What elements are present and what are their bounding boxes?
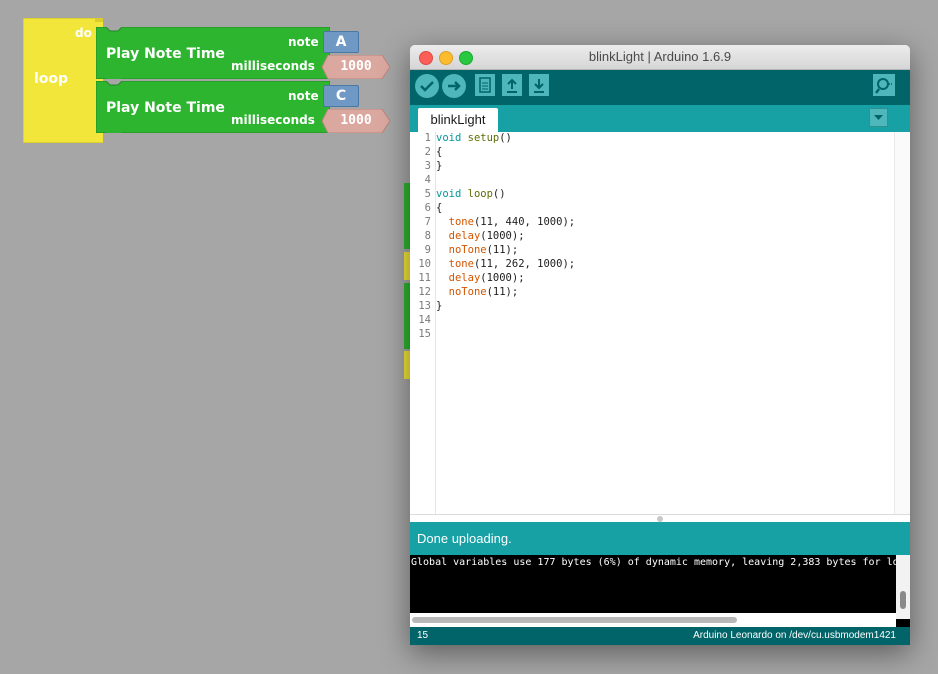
code-token: (11, 262, 1000); xyxy=(473,258,576,270)
arduino-ide-window: blinkLight | Arduino 1.6.9 blinkLight 1 … xyxy=(410,45,910,645)
line-number: 6 xyxy=(424,202,431,214)
console-text: Global variables use 177 bytes (6%) of d… xyxy=(411,557,899,568)
code-token: (11, 440, 1000); xyxy=(473,216,576,228)
upload-button[interactable] xyxy=(442,74,466,98)
verify-button[interactable] xyxy=(415,74,439,98)
editor-vertical-scrollbar[interactable] xyxy=(894,132,910,514)
code-token: (11); xyxy=(486,286,519,298)
console-vertical-scroll-thumb[interactable] xyxy=(900,591,906,609)
verify-icon xyxy=(420,81,434,92)
function-token: noTone xyxy=(448,244,487,256)
function-token: tone xyxy=(448,258,474,270)
line-number: 7 xyxy=(424,216,431,228)
tab-menu-button[interactable] xyxy=(869,108,888,127)
open-button[interactable] xyxy=(502,74,522,96)
console-horizontal-scrollbar[interactable] xyxy=(410,613,896,627)
do-label: do xyxy=(75,26,92,40)
code-line: tone(11, 262, 1000); xyxy=(436,258,575,270)
upload-arrow-icon xyxy=(448,81,461,91)
status-message: Done uploading. xyxy=(417,531,512,546)
line-number: 12 xyxy=(418,286,431,298)
code-token: () xyxy=(492,188,506,200)
milliseconds-value[interactable]: 1000 xyxy=(327,56,385,78)
note-value-chip[interactable]: C xyxy=(323,85,359,107)
block-title: Play Note Time xyxy=(106,46,225,62)
function-token: setup xyxy=(467,132,500,144)
code-line: void loop() xyxy=(436,188,506,200)
line-number: 14 xyxy=(418,314,431,326)
line-number: 10 xyxy=(418,258,431,270)
note-label: note xyxy=(288,35,319,49)
function-token: delay xyxy=(448,230,481,242)
block-title: Play Note Time xyxy=(106,100,225,116)
line-number: 4 xyxy=(424,174,431,186)
code-line: tone(11, 440, 1000); xyxy=(436,216,575,228)
code-line: { xyxy=(436,146,443,158)
line-number: 1 xyxy=(424,132,431,144)
loop-label: loop xyxy=(34,71,69,87)
line-number: 11 xyxy=(418,272,431,284)
code-line: } xyxy=(436,160,443,172)
line-number: 9 xyxy=(424,244,431,256)
function-token: noTone xyxy=(448,286,487,298)
status-bar: Done uploading. xyxy=(410,522,910,555)
toolbar xyxy=(410,70,910,105)
function-token: delay xyxy=(448,272,481,284)
serial-monitor-button[interactable] xyxy=(873,74,895,96)
line-number: 3 xyxy=(424,160,431,172)
tab-dropdown-icon xyxy=(874,115,883,120)
serial-monitor-icon xyxy=(875,78,892,94)
code-line: noTone(11); xyxy=(436,286,519,298)
window-title: blinkLight | Arduino 1.6.9 xyxy=(588,49,732,64)
new-button[interactable] xyxy=(475,74,495,96)
console-horizontal-scroll-thumb[interactable] xyxy=(412,617,737,623)
function-token: tone xyxy=(448,216,474,228)
code-token: () xyxy=(499,132,512,144)
line-number: 15 xyxy=(418,328,431,340)
tab-bar: blinkLight xyxy=(410,105,910,132)
code-line: void setup() xyxy=(436,132,512,144)
code-line: noTone(11); xyxy=(436,244,519,256)
line-number: 2 xyxy=(424,146,431,158)
milliseconds-value[interactable]: 1000 xyxy=(327,110,385,132)
milliseconds-label: milliseconds xyxy=(231,113,315,127)
save-button[interactable] xyxy=(529,74,549,96)
code-editor[interactable]: 1 2 3 4 5 6 7 8 9 10 11 12 13 14 15 void… xyxy=(410,132,910,514)
console-vertical-scrollbar[interactable] xyxy=(896,555,910,619)
tab-blinklight[interactable]: blinkLight xyxy=(418,108,498,132)
milliseconds-label: milliseconds xyxy=(231,59,315,73)
function-token: loop xyxy=(467,188,493,200)
code-line: delay(1000); xyxy=(436,272,525,284)
code-line: { xyxy=(436,202,443,214)
save-arrow-down-icon xyxy=(534,79,544,93)
code-token: (11); xyxy=(486,244,519,256)
console-output[interactable]: Global variables use 177 bytes (6%) of d… xyxy=(410,555,910,627)
board-port-info: Arduino Leonardo on /dev/cu.usbmodem1421 xyxy=(693,630,896,641)
keyword-token: void xyxy=(436,132,462,144)
code-line: delay(1000); xyxy=(436,230,525,242)
note-value-chip[interactable]: A xyxy=(323,31,359,53)
current-line-number: 15 xyxy=(417,630,429,641)
line-number-gutter: 1 2 3 4 5 6 7 8 9 10 11 12 13 14 15 xyxy=(410,132,436,514)
code-token: (1000); xyxy=(480,272,525,284)
line-number: 8 xyxy=(424,230,431,242)
line-number: 5 xyxy=(424,188,431,200)
keyword-token: void xyxy=(436,188,462,200)
open-arrow-up-icon xyxy=(507,78,517,93)
footer-bar: 15 Arduino Leonardo on /dev/cu.usbmodem1… xyxy=(410,627,910,645)
line-number: 13 xyxy=(418,300,431,312)
note-label: note xyxy=(288,89,319,103)
title-bar[interactable]: blinkLight | Arduino 1.6.9 xyxy=(410,45,910,70)
new-file-icon xyxy=(479,77,491,93)
code-line: } xyxy=(436,300,443,312)
code-token: (1000); xyxy=(480,230,525,242)
